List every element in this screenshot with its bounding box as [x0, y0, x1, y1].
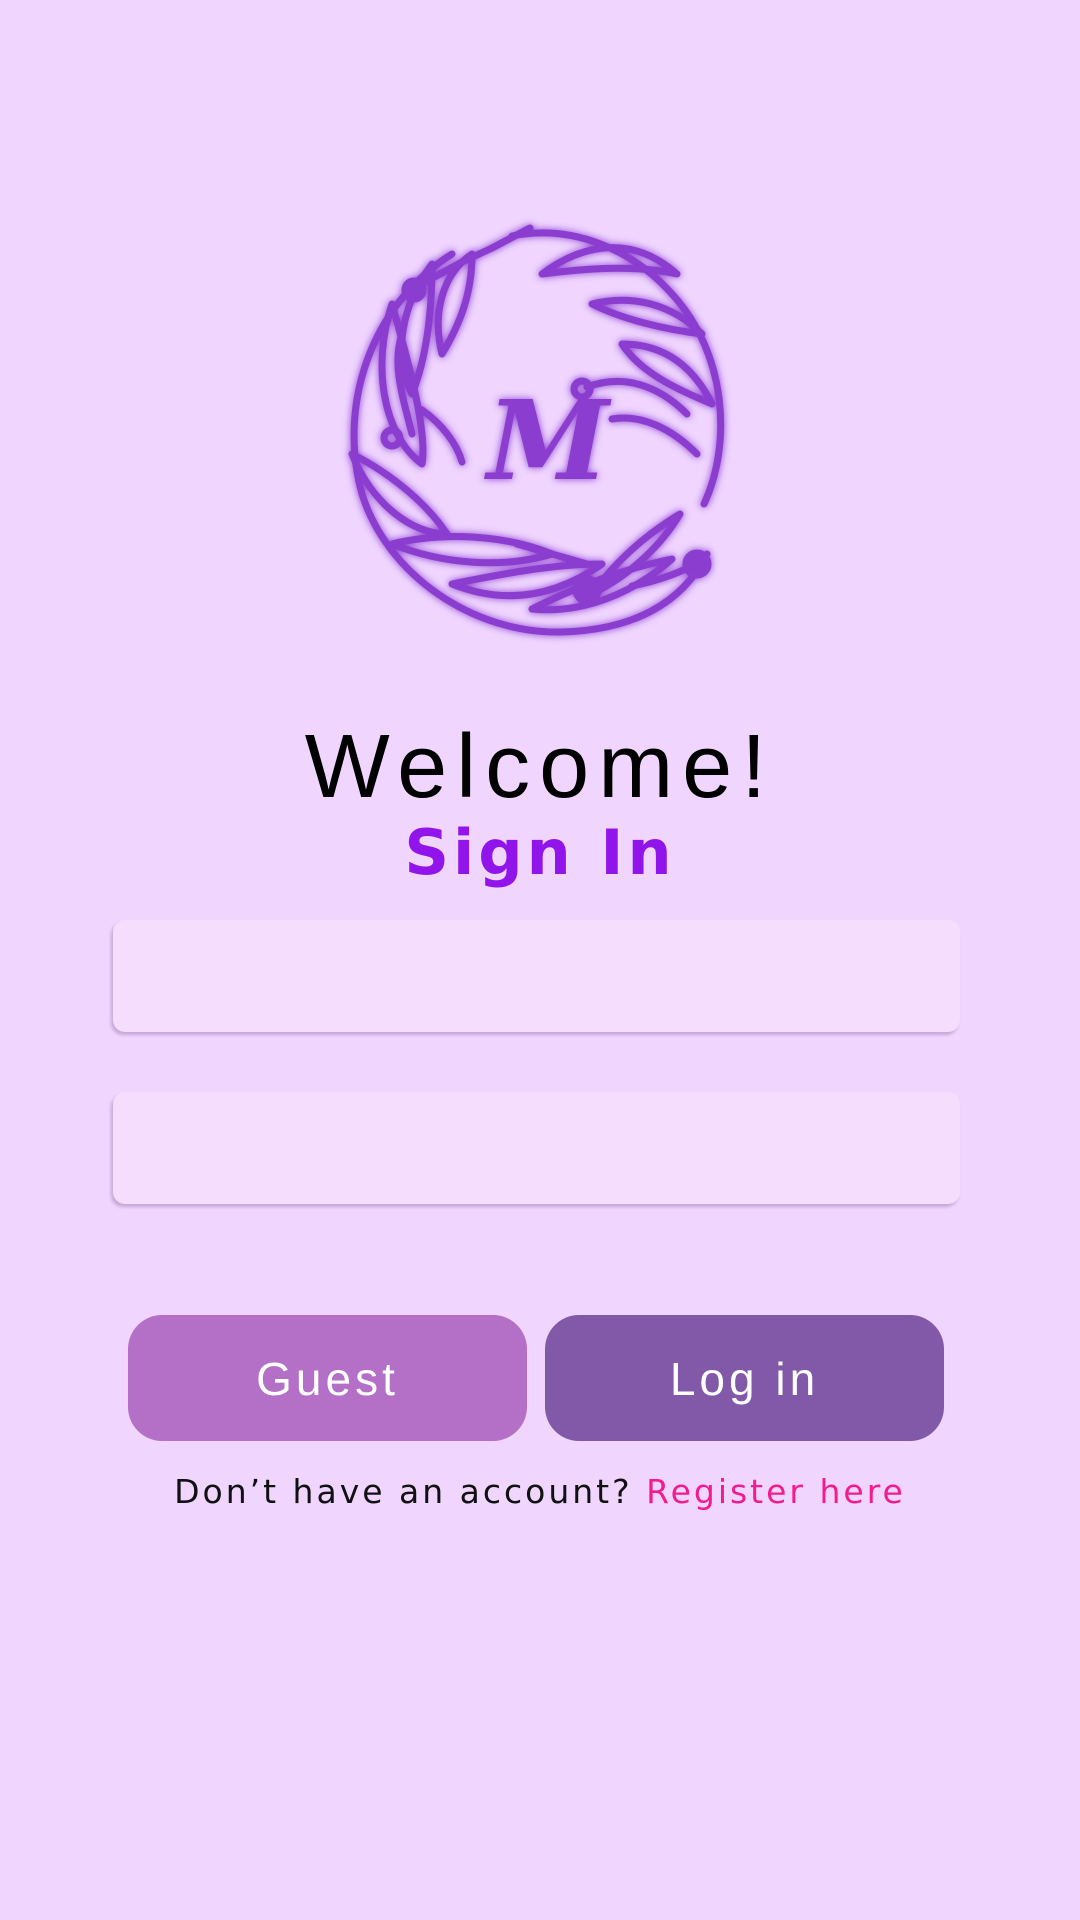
login-button[interactable]: Log in	[545, 1315, 944, 1441]
guest-button[interactable]: Guest	[128, 1315, 527, 1441]
app-logo: M	[332, 214, 764, 646]
logo-monogram-letter: M	[483, 376, 612, 505]
register-row: Don’t have an account? Register here	[0, 1468, 1080, 1516]
register-link[interactable]: Register here	[646, 1472, 906, 1511]
register-prompt: Don’t have an account?	[174, 1472, 647, 1511]
username-field[interactable]	[113, 920, 960, 1032]
login-screen: M Welcome! Sign In Guest Log in Don’t ha…	[0, 0, 1080, 1920]
password-field[interactable]	[113, 1092, 960, 1204]
page-title: Sign In	[404, 816, 676, 889]
floral-monogram-logo-icon: M	[348, 224, 725, 636]
welcome-heading: Welcome!	[304, 717, 776, 817]
